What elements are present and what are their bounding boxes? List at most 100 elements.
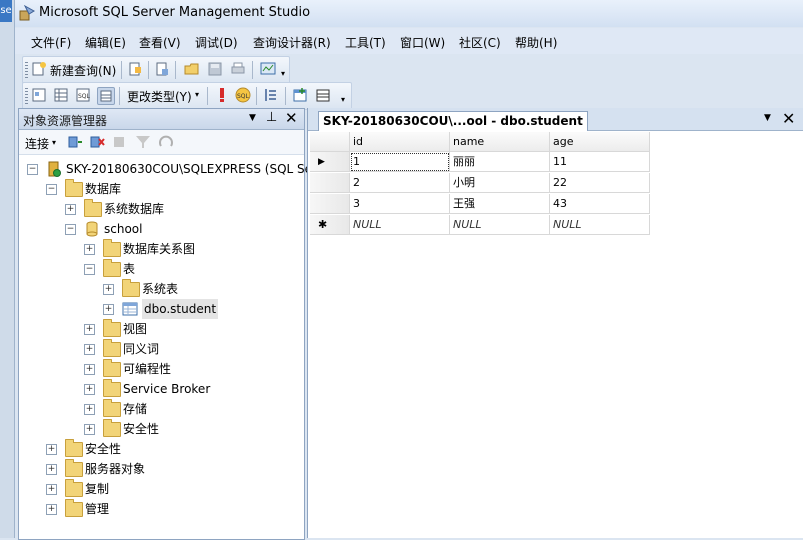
toolbar-overflow-icon[interactable]: ▾ <box>281 69 285 78</box>
tree-node[interactable]: − 数据库 <box>46 179 304 199</box>
add-derived-table-icon[interactable] <box>315 87 331 103</box>
grid-cell[interactable]: NULL <box>550 215 650 235</box>
disconnect-server-icon[interactable] <box>89 134 105 150</box>
folder-icon <box>65 179 83 197</box>
grid-cell[interactable]: 丽丽 <box>450 152 550 172</box>
change-type-dropdown[interactable]: 更改类型(Y) <box>127 88 192 105</box>
grid-cell[interactable]: 22 <box>550 173 650 193</box>
open-folder-icon[interactable] <box>184 61 200 77</box>
tree-node[interactable]: + 数据库关系图 <box>84 239 304 259</box>
toolbar-grip[interactable] <box>25 88 28 104</box>
tree-node[interactable]: + 存储 <box>84 399 304 419</box>
row-header[interactable] <box>310 194 350 214</box>
tree-node[interactable]: + 管理 <box>46 499 304 519</box>
row-header[interactable] <box>310 173 350 193</box>
show-diagram-pane-icon[interactable] <box>31 87 47 103</box>
connect-server-icon[interactable] <box>67 134 83 150</box>
close-tab-icon[interactable]: ✕ <box>782 109 795 128</box>
show-results-pane-icon[interactable] <box>97 87 115 105</box>
expand-icon[interactable]: + <box>84 384 95 395</box>
print-icon[interactable] <box>230 61 246 77</box>
grid-cell[interactable]: 小明 <box>450 173 550 193</box>
show-criteria-pane-icon[interactable] <box>53 87 69 103</box>
grid-cell[interactable]: 王强 <box>450 194 550 214</box>
expand-icon[interactable]: + <box>46 464 57 475</box>
tree-node[interactable]: + 系统数据库 <box>65 199 304 219</box>
collapse-icon[interactable]: − <box>84 264 95 275</box>
collapse-icon[interactable]: − <box>27 164 38 175</box>
add-table-icon[interactable] <box>292 87 308 103</box>
toolbar-overflow-icon[interactable]: ▾ <box>341 95 345 104</box>
panel-dropdown-icon[interactable]: ▼ <box>249 113 256 123</box>
tree-node[interactable]: + 系统表 <box>103 279 304 299</box>
menu-community[interactable]: 社区(C) <box>459 34 501 51</box>
expand-icon[interactable]: + <box>46 444 57 455</box>
grid-cell[interactable]: 1 <box>350 152 450 172</box>
chevron-down-icon[interactable]: ▾ <box>52 138 56 147</box>
document-tab[interactable]: SKY-20180630COU\...ool - dbo.student <box>318 111 588 131</box>
row-header[interactable]: ▶ <box>310 152 350 172</box>
column-header[interactable]: name <box>450 132 550 152</box>
collapse-icon[interactable]: − <box>46 184 57 195</box>
expand-icon[interactable]: + <box>103 284 114 295</box>
expand-icon[interactable]: + <box>46 484 57 495</box>
row-header[interactable]: ✱ <box>310 215 350 235</box>
menu-file[interactable]: 文件(F) <box>31 34 71 51</box>
expand-icon[interactable]: + <box>84 324 95 335</box>
expand-icon[interactable]: + <box>84 244 95 255</box>
expand-icon[interactable]: + <box>84 424 95 435</box>
chevron-down-icon[interactable]: ▾ <box>195 90 199 99</box>
connect-button[interactable]: 连接 <box>25 135 49 152</box>
expand-icon[interactable]: + <box>103 304 114 315</box>
toolbar-grip[interactable] <box>25 62 28 78</box>
collapse-icon[interactable]: − <box>65 224 76 235</box>
tree-node[interactable]: + Service Broker <box>84 379 304 399</box>
menu-debug[interactable]: 调试(D) <box>195 34 238 51</box>
new-query-button[interactable]: 新建查询(N) <box>50 62 116 79</box>
tree-node[interactable]: + 同义词 <box>84 339 304 359</box>
activity-monitor-icon[interactable] <box>260 61 276 77</box>
execute-sql-icon[interactable] <box>214 87 230 103</box>
expand-icon[interactable]: + <box>84 404 95 415</box>
grid-cell[interactable]: 3 <box>350 194 450 214</box>
tree-node[interactable]: + 视图 <box>84 319 304 339</box>
expand-icon[interactable]: + <box>84 364 95 375</box>
expand-icon[interactable]: + <box>84 344 95 355</box>
save-icon[interactable] <box>207 61 223 77</box>
menu-tools[interactable]: 工具(T) <box>345 34 386 51</box>
grid-cell[interactable]: 43 <box>550 194 650 214</box>
tree-node-label: SKY-20180630COU\SQLEXPRESS (SQL Se <box>66 162 313 176</box>
new-file-icon[interactable] <box>127 61 143 77</box>
folder-icon <box>103 319 121 337</box>
menu-help[interactable]: 帮助(H) <box>515 34 557 51</box>
tree-node[interactable]: − school <box>65 219 304 239</box>
menu-view[interactable]: 查看(V) <box>139 34 181 51</box>
menu-window[interactable]: 窗口(W) <box>400 34 445 51</box>
column-header[interactable]: id <box>350 132 450 152</box>
grid-cell[interactable]: NULL <box>350 215 450 235</box>
show-sql-pane-icon[interactable]: SQL <box>75 87 91 103</box>
expand-icon[interactable]: + <box>46 504 57 515</box>
close-icon[interactable]: ✕ <box>285 109 298 127</box>
edge-tab[interactable]: se <box>0 0 12 22</box>
menu-edit[interactable]: 编辑(E) <box>85 34 126 51</box>
tree-node[interactable]: + 安全性 <box>84 419 304 439</box>
add-file-icon[interactable] <box>154 61 170 77</box>
tree-node[interactable]: − 表 <box>84 259 304 279</box>
menu-query-designer[interactable]: 查询设计器(R) <box>253 34 331 51</box>
tree-node[interactable]: + dbo.student <box>103 299 304 319</box>
tree-node[interactable]: − SKY-20180630COU\SQLEXPRESS (SQL Se <box>27 159 312 179</box>
pin-icon[interactable]: ⊥ <box>266 110 277 125</box>
tree-node[interactable]: + 复制 <box>46 479 304 499</box>
verify-sql-icon[interactable]: SQL <box>235 87 251 103</box>
tree-node[interactable]: + 安全性 <box>46 439 304 459</box>
grid-cell[interactable]: 2 <box>350 173 450 193</box>
grid-cell[interactable]: NULL <box>450 215 550 235</box>
expand-icon[interactable]: + <box>65 204 76 215</box>
tab-dropdown-icon[interactable]: ▼ <box>764 113 771 123</box>
grid-cell[interactable]: 11 <box>550 152 650 172</box>
column-header[interactable]: age <box>550 132 650 152</box>
group-by-icon[interactable] <box>263 87 279 103</box>
tree-node[interactable]: + 可编程性 <box>84 359 304 379</box>
tree-node[interactable]: + 服务器对象 <box>46 459 304 479</box>
